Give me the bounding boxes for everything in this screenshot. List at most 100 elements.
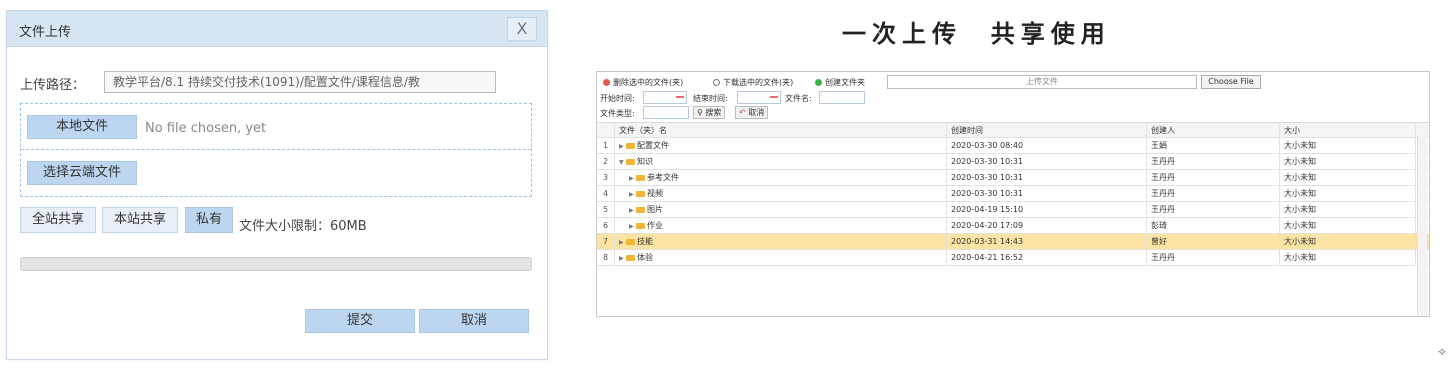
file-manager-panel: 删除选中的文件(夹) 下载选中的文件(夹) 创建文件夹 上传文件 Choose … (596, 71, 1430, 317)
corner-glyph-icon: ⟡ (1438, 344, 1446, 358)
file-drop-zone[interactable]: 本地文件 No file chosen, yet 选择云端文件 (20, 103, 532, 197)
row-name-cell[interactable]: ▶ 技能 (615, 234, 947, 250)
table-row[interactable]: 3 ▶ 参考文件 2020-03-30 10:31 王丹丹 大小未知 (597, 170, 1429, 186)
close-icon: X (516, 19, 528, 38)
folder-icon (636, 207, 645, 213)
search-icon: ⚲ (697, 108, 703, 117)
caret-right-icon[interactable]: ▶ (629, 219, 635, 234)
row-index: 3 (597, 170, 615, 186)
search-button-label: 搜索 (705, 108, 722, 117)
download-icon (713, 79, 720, 86)
column-header-index (597, 123, 615, 139)
caret-right-icon[interactable]: ▶ (619, 235, 625, 250)
file-table: 文件（夹）名 创建时间 创建人 大小 1 ▶ 配置文件 2020-03-30 08:4… (597, 122, 1429, 266)
row-date: 2020-03-30 10:31 (947, 170, 1147, 186)
vertical-scrollbar[interactable] (1417, 136, 1427, 316)
caret-right-icon[interactable]: ▶ (619, 139, 625, 154)
row-name-cell[interactable]: ▶ 图片 (615, 202, 947, 218)
row-index: 4 (597, 186, 615, 202)
file-type-input[interactable] (643, 106, 689, 119)
row-date: 2020-03-31 14:43 (947, 234, 1147, 250)
row-name-cell[interactable]: ▼ 知识 (615, 154, 947, 170)
folder-icon (626, 143, 635, 149)
row-index: 8 (597, 250, 615, 266)
folder-icon (636, 223, 645, 229)
close-button[interactable]: X (507, 17, 537, 41)
row-size: 大小未知 (1280, 170, 1416, 186)
download-selected-label: 下载选中的文件(夹) (723, 78, 794, 87)
dialog-header: 文件上传 X (7, 11, 547, 47)
row-name-cell[interactable]: ▶ 配置文件 (615, 138, 947, 154)
filter-cancel-button[interactable]: ↶ 取消 (735, 106, 769, 119)
row-name-cell[interactable]: ▶ 参考文件 (615, 170, 947, 186)
download-selected-button[interactable]: 下载选中的文件(夹) (713, 77, 793, 88)
row-creator: 彭琦 (1147, 218, 1280, 234)
row-creator: 王娟 (1147, 138, 1280, 154)
caret-right-icon[interactable]: ▶ (619, 251, 625, 266)
file-type-label: 文件类型: (600, 109, 635, 118)
no-file-text: No file chosen, yet (145, 121, 267, 136)
column-header-date[interactable]: 创建时间 (947, 123, 1147, 139)
row-name: 配置文件 (637, 141, 669, 150)
row-name: 作业 (647, 221, 663, 230)
end-time-input[interactable] (737, 91, 781, 104)
share-all-button[interactable]: 全站共享 (20, 207, 96, 233)
caret-right-icon[interactable]: ▶ (629, 171, 635, 186)
column-header-name[interactable]: 文件（夹）名 (615, 123, 947, 139)
row-creator: 王丹丹 (1147, 202, 1280, 218)
caret-right-icon[interactable]: ▶ (629, 203, 635, 218)
table-row[interactable]: 2 ▼ 知识 2020-03-30 10:31 王丹丹 大小未知 (597, 154, 1429, 170)
delete-selected-button[interactable]: 删除选中的文件(夹) (603, 77, 683, 88)
table-body: 1 ▶ 配置文件 2020-03-30 08:40 王娟 大小未知 2 ▼ 知识 2020-03-… (597, 138, 1429, 266)
dialog-title: 文件上传 (19, 25, 72, 40)
add-folder-icon (815, 79, 822, 86)
row-name-cell[interactable]: ▶ 作业 (615, 218, 947, 234)
create-folder-button[interactable]: 创建文件夹 (815, 77, 865, 88)
folder-icon (636, 191, 645, 197)
submit-button[interactable]: 提交 (305, 309, 415, 333)
choose-file-button[interactable]: Choose File (1201, 75, 1261, 89)
start-time-label: 开始时间: (600, 94, 635, 103)
column-header-size[interactable]: 大小 (1280, 123, 1416, 139)
local-file-button[interactable]: 本地文件 (27, 115, 137, 139)
caret-right-icon[interactable]: ▶ (629, 187, 635, 202)
folder-icon (626, 255, 635, 261)
share-site-button[interactable]: 本站共享 (102, 207, 178, 233)
row-creator: 王丹丹 (1147, 186, 1280, 202)
caret-down-icon[interactable]: ▼ (619, 155, 625, 170)
row-size: 大小未知 (1280, 218, 1416, 234)
table-row[interactable]: 1 ▶ 配置文件 2020-03-30 08:40 王娟 大小未知 (597, 138, 1429, 154)
calendar-icon (770, 96, 778, 98)
private-button[interactable]: 私有 (185, 207, 233, 233)
folder-icon (626, 239, 635, 245)
row-creator: 曾好 (1147, 234, 1280, 250)
table-row[interactable]: 7 ▶ 技能 2020-03-31 14:43 曾好 大小未知 (597, 234, 1429, 250)
search-button[interactable]: ⚲ 搜索 (693, 106, 726, 119)
cloud-file-button[interactable]: 选择云端文件 (27, 161, 137, 185)
upload-progress-bar (20, 257, 532, 271)
row-name: 视频 (647, 189, 663, 198)
file-name-label: 文件名: (785, 94, 812, 103)
table-row[interactable]: 5 ▶ 图片 2020-04-19 15:10 王丹丹 大小未知 (597, 202, 1429, 218)
row-creator: 王丹丹 (1147, 250, 1280, 266)
row-name-cell[interactable]: ▶ 视频 (615, 186, 947, 202)
row-name: 图片 (647, 205, 663, 214)
column-header-creator[interactable]: 创建人 (1147, 123, 1280, 139)
row-index: 7 (597, 234, 615, 250)
table-row[interactable]: 4 ▶ 视频 2020-03-30 10:31 王丹丹 大小未知 (597, 186, 1429, 202)
cancel-button[interactable]: 取消 (419, 309, 529, 333)
table-row[interactable]: 8 ▶ 体验 2020-04-21 16:52 王丹丹 大小未知 (597, 250, 1429, 266)
table-row[interactable]: 6 ▶ 作业 2020-04-20 17:09 彭琦 大小未知 (597, 218, 1429, 234)
row-size: 大小未知 (1280, 186, 1416, 202)
row-date: 2020-03-30 08:40 (947, 138, 1147, 154)
upload-path-row: 上传路径： 教学平台/8.1 持续交付技术(1091)/配置文件/课程信息/教 (20, 71, 540, 95)
drop-zone-divider (21, 149, 531, 150)
upload-path-field[interactable]: 教学平台/8.1 持续交付技术(1091)/配置文件/课程信息/教 (104, 71, 496, 93)
undo-icon: ↶ (739, 108, 746, 117)
row-name-cell[interactable]: ▶ 体验 (615, 250, 947, 266)
row-index: 6 (597, 218, 615, 234)
upload-file-field[interactable]: 上传文件 (887, 75, 1197, 89)
start-time-input[interactable] (643, 91, 687, 104)
file-name-input[interactable] (819, 91, 865, 104)
row-index: 1 (597, 138, 615, 154)
